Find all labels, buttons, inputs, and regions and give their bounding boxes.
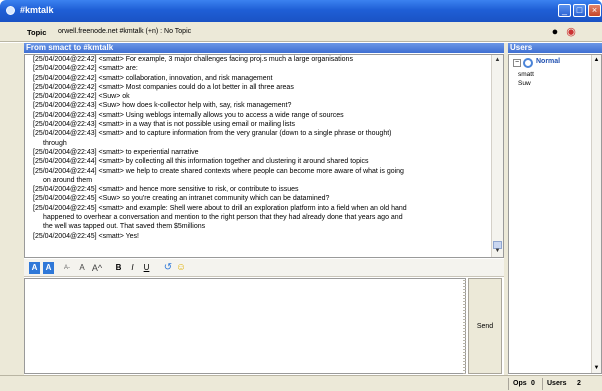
smiley-icon[interactable]: ☺ (175, 262, 187, 274)
text-color-button[interactable]: A (29, 262, 40, 274)
font-normal-button[interactable]: A (77, 262, 87, 274)
collapse-group-icon[interactable]: − (513, 59, 521, 67)
status-separator (508, 378, 509, 390)
window-title: #kmtalk (20, 5, 54, 15)
chat-lines: [25/04/2004@22:42] <smatt> For example, … (33, 55, 485, 241)
topic-label: Topic (27, 28, 47, 37)
topic-value[interactable]: orwell.freenode.net #kmtalk (+n) : No To… (58, 28, 191, 35)
input-resize-handle[interactable] (463, 280, 466, 374)
insert-link-icon[interactable]: ↺ (162, 262, 174, 274)
font-smaller-button[interactable]: A- (62, 262, 72, 274)
scroll-down-icon[interactable]: ▼ (592, 363, 601, 373)
chat-message-line: [25/04/2004@22:43] <smatt> Using weblogs… (33, 111, 344, 119)
bold-button[interactable]: B (114, 262, 123, 274)
chat-message-line: [25/04/2004@22:45] <Suw> so you're creat… (33, 195, 330, 203)
topic-bar: Topic orwell.freenode.net #kmtalk (+n) :… (0, 22, 602, 42)
format-toolbar: A A A- A A^ B I U ↺ ☺ (24, 259, 504, 277)
chat-message-line: [25/04/2004@22:44] <smatt> by collecting… (33, 158, 369, 166)
chat-message-line: [25/04/2004@22:45] <smatt> and hence mor… (33, 186, 299, 194)
message-input[interactable] (24, 278, 466, 374)
chat-message-line: on around them (43, 176, 93, 184)
font-larger-button[interactable]: A^ (91, 262, 103, 274)
chat-message-line: [25/04/2004@22:43] <smatt> in a way that… (33, 121, 295, 129)
info-icon[interactable]: ◉ (564, 25, 578, 39)
status-bar: Ops 0 Users 2 (0, 375, 602, 391)
chat-message-line: [25/04/2004@22:42] <smatt> collaboration… (33, 74, 273, 82)
close-button[interactable]: × (588, 4, 601, 17)
chat-message-line: the well was tapped out. That saved them… (43, 223, 206, 231)
left-gutter (0, 43, 24, 375)
chat-message-line: through (43, 139, 67, 147)
scroll-down-icon[interactable]: ▼ (492, 246, 503, 257)
users-scrollbar[interactable]: ▲ ▼ (591, 55, 601, 373)
scroll-up-icon[interactable]: ▲ (592, 55, 601, 65)
scroll-up-icon[interactable]: ▲ (492, 55, 503, 66)
title-bar: #kmtalk _ □ × (0, 0, 602, 22)
users-header: Users (508, 43, 602, 53)
chat-log[interactable]: [25/04/2004@22:42] <smatt> For example, … (24, 54, 504, 258)
group-icon (523, 58, 533, 68)
chat-message-line: [25/04/2004@22:42] <smatt> For example, … (33, 56, 353, 63)
underline-button[interactable]: U (142, 262, 151, 274)
send-button[interactable]: Send (468, 278, 502, 374)
users-label: Users (547, 380, 567, 387)
background-color-button[interactable]: A (43, 262, 54, 274)
user-item[interactable]: Suw (518, 80, 531, 87)
chat-message-line: [25/04/2004@22:43] <smatt> to experienti… (33, 148, 199, 156)
chat-message-line: [25/04/2004@22:43] <Suw> how does k-coll… (33, 102, 292, 110)
chat-message-line: happened to overhear a conversation and … (43, 214, 403, 222)
users-list[interactable]: − Normal smatt Suw ▲ ▼ (508, 54, 602, 374)
chat-scrollbar[interactable]: ▲ ▼ (491, 55, 503, 257)
chat-message-line: [25/04/2004@22:42] <Suw> ok (33, 93, 130, 101)
italic-button[interactable]: I (128, 262, 137, 274)
chat-message-line: [25/04/2004@22:43] <smatt> and to captur… (33, 130, 392, 138)
chat-message-line: [25/04/2004@22:42] <smatt> are: (33, 65, 138, 73)
ops-count: 0 (531, 380, 535, 387)
channel-icon (6, 6, 15, 15)
user-item[interactable]: smatt (518, 71, 534, 78)
chat-message-line: [25/04/2004@22:42] <smatt> Most companie… (33, 83, 294, 91)
bomb-icon[interactable]: ● (548, 25, 562, 39)
user-group-normal[interactable]: Normal (536, 58, 560, 65)
maximize-button[interactable]: □ (573, 4, 586, 17)
chat-header: From smact to #kmtalk (24, 43, 504, 53)
chat-message-line: [25/04/2004@22:44] <smatt> we help to cr… (33, 167, 404, 175)
ops-label: Ops (513, 380, 527, 387)
status-separator (542, 378, 543, 390)
chat-message-line: [25/04/2004@22:45] <smatt> Yes! (33, 232, 139, 240)
chat-message-line: [25/04/2004@22:45] <smatt> and example: … (33, 204, 407, 212)
users-count: 2 (577, 380, 581, 387)
minimize-button[interactable]: _ (558, 4, 571, 17)
